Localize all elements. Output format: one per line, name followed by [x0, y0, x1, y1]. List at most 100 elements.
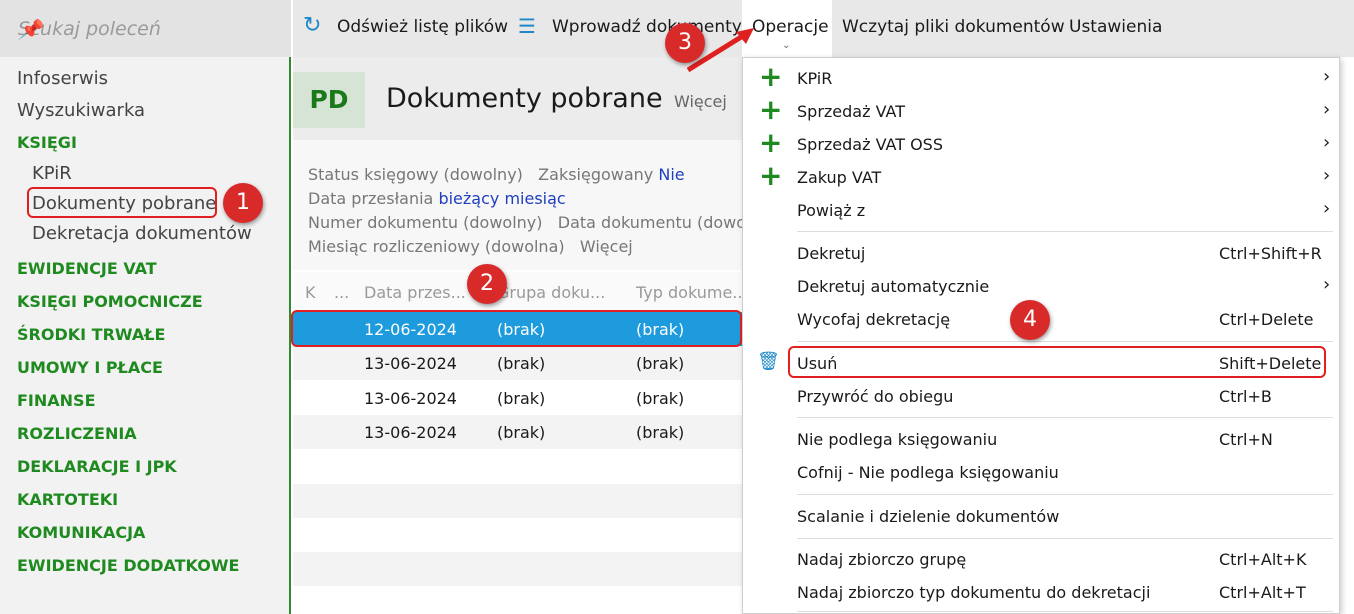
menu-item-label: Cofnij - Nie podlega księgowaniu	[797, 463, 1059, 482]
nav-section-rozliczenia[interactable]: ROZLICZENIA	[17, 424, 137, 443]
menu-item-nadaj-grupe[interactable]: Nadaj zbiorczo grupę Ctrl+Alt+K	[743, 543, 1339, 576]
cell-group: (brak)	[497, 423, 546, 442]
cell-type: (brak)	[636, 389, 685, 408]
menu-item-label: Sprzedaż VAT OSS	[797, 135, 943, 154]
chevron-right-icon: ›	[1323, 66, 1331, 87]
highlight-box	[291, 310, 742, 347]
filter-more[interactable]: Więcej	[580, 237, 633, 256]
nav-section-finanse[interactable]: FINANSE	[17, 391, 96, 410]
nav-infoserwis[interactable]: Infoserwis	[17, 68, 108, 89]
step-badge-4: 4	[1010, 300, 1050, 340]
separator	[797, 417, 1333, 418]
empty-row	[293, 552, 742, 586]
cell-date: 13-06-2024	[364, 354, 457, 373]
nav-dekretacja[interactable]: Dekretacja dokumentów	[32, 223, 252, 244]
nav-wyszukiwarka[interactable]: Wyszukiwarka	[17, 100, 145, 121]
chevron-down-icon: ⌄	[782, 40, 791, 51]
header-more-link[interactable]: Więcej	[674, 92, 727, 111]
menu-item-dekretuj-auto[interactable]: Dekretuj automatycznie ›	[743, 270, 1339, 303]
table-row[interactable]: 13-06-2024 (brak) (brak)	[293, 415, 742, 449]
nav-section-deklaracje[interactable]: DEKLARACJE I JPK	[17, 457, 177, 476]
chevron-right-icon: ›	[1323, 132, 1331, 153]
trash-icon: 🗑	[757, 351, 780, 372]
nav-section-srodki-trwale[interactable]: ŚRODKI TRWAŁE	[17, 325, 165, 344]
filter-posted-label[interactable]: Zaksięgowany	[538, 165, 653, 184]
highlight-box	[27, 187, 217, 218]
add-document-icon: ☰	[518, 14, 536, 38]
step-badge-1: 1	[223, 183, 263, 223]
chevron-right-icon: ›	[1323, 99, 1331, 120]
column-more[interactable]: ...	[334, 283, 349, 302]
step-badge-2: 2	[467, 264, 507, 304]
cell-group: (brak)	[497, 389, 546, 408]
menu-item-zakup-vat[interactable]: + Zakup VAT ›	[743, 159, 1339, 194]
separator	[797, 341, 1333, 342]
cell-type: (brak)	[636, 354, 685, 373]
plus-icon: +	[759, 60, 783, 93]
refresh-button[interactable]: Odśwież listę plików	[337, 17, 508, 37]
separator	[797, 494, 1333, 495]
menu-item-scalanie[interactable]: Scalanie i dzielenie dokumentów	[743, 500, 1339, 533]
menu-item-shortcut: Ctrl+B	[1219, 387, 1272, 406]
plus-icon: +	[759, 93, 783, 126]
menu-item-powiaz[interactable]: Powiąż z ›	[743, 194, 1339, 227]
chevron-right-icon: ›	[1323, 274, 1331, 295]
cell-type: (brak)	[636, 423, 685, 442]
menu-item-sprzedaz-vat[interactable]: + Sprzedaż VAT ›	[743, 93, 1339, 128]
table-row[interactable]: 13-06-2024 (brak) (brak)	[293, 381, 742, 415]
nav-section-kartoteki[interactable]: KARTOTEKI	[17, 490, 118, 509]
menu-item-kpir[interactable]: + KPiR ›	[743, 60, 1339, 95]
menu-item-label: Przywróć do obiegu	[797, 387, 954, 406]
column-k[interactable]: K	[305, 283, 316, 302]
page-badge: PD	[293, 72, 365, 128]
nav-section-umowy[interactable]: UMOWY I PŁACE	[17, 358, 163, 377]
pin-icon[interactable]: 📌	[18, 18, 42, 41]
menu-item-nie-podlega[interactable]: Nie podlega księgowaniu Ctrl+N	[743, 423, 1339, 456]
menu-item-label: Dekretuj	[797, 244, 866, 263]
filter-date-value[interactable]: bieżący miesiąc	[438, 189, 565, 208]
filter-posted-value[interactable]: Nie	[658, 165, 684, 184]
load-files-button[interactable]: Wczytaj pliki dokumentów	[842, 17, 1065, 37]
nav-section-ewidencje-dodatkowe[interactable]: EWIDENCJE DODATKOWE	[17, 556, 239, 575]
menu-item-nadaj-typ[interactable]: Nadaj zbiorczo typ dokumentu do dekretac…	[743, 576, 1339, 609]
nav-kpir[interactable]: KPiR	[32, 163, 72, 184]
menu-item-label: Scalanie i dzielenie dokumentów	[797, 507, 1060, 526]
menu-item-label: Dekretuj automatycznie	[797, 277, 990, 296]
nav-section-ksiegi[interactable]: KSIĘGI	[17, 133, 77, 152]
command-search[interactable]: Szukaj poleceń 📌	[0, 0, 291, 57]
separator	[797, 611, 1333, 612]
empty-row	[293, 484, 742, 518]
filter-number[interactable]: Numer dokumentu (dowolny)	[308, 213, 543, 232]
nav-section-ksiegi-pomocnicze[interactable]: KSIĘGI POMOCNICZE	[17, 292, 203, 311]
chevron-right-icon: ›	[1323, 198, 1331, 219]
menu-item-dekretuj[interactable]: Dekretuj Ctrl+Shift+R	[743, 237, 1339, 270]
menu-item-label: Sprzedaż VAT	[797, 102, 905, 121]
settings-button[interactable]: Ustawienia	[1069, 17, 1162, 37]
plus-icon: +	[759, 126, 783, 159]
menu-item-label: Wycofaj dekretację	[797, 310, 951, 329]
menu-item-shortcut: Ctrl+N	[1219, 430, 1273, 449]
column-type[interactable]: Typ dokume...	[636, 283, 748, 302]
column-date[interactable]: Data przes...	[364, 283, 466, 302]
nav-section-ewidencje-vat[interactable]: EWIDENCJE VAT	[17, 259, 157, 278]
operations-menu-button[interactable]: Operacje	[752, 17, 829, 37]
menu-item-shortcut: Ctrl+Alt+T	[1219, 583, 1306, 602]
cell-date: 13-06-2024	[364, 423, 457, 442]
menu-item-przywroc[interactable]: Przywróć do obiegu Ctrl+B	[743, 380, 1339, 413]
step-badge-3: 3	[665, 23, 705, 63]
menu-item-cofnij-nie-podlega[interactable]: Cofnij - Nie podlega księgowaniu	[743, 456, 1339, 489]
filter-month[interactable]: Miesiąc rozliczeniowy (dowolna)	[308, 237, 565, 256]
filter-status[interactable]: Status księgowy (dowolny)	[308, 165, 523, 184]
menu-item-shortcut: Ctrl+Shift+R	[1219, 244, 1322, 263]
filter-date-label[interactable]: Data przesłania	[308, 189, 433, 208]
page-title: Dokumenty pobrane	[386, 83, 663, 114]
menu-item-sprzedaz-vat-oss[interactable]: + Sprzedaż VAT OSS ›	[743, 126, 1339, 161]
nav-section-komunikacja[interactable]: KOMUNIKACJA	[17, 523, 145, 542]
column-group[interactable]: Grupa doku...	[497, 283, 605, 302]
menu-item-label: Zakup VAT	[797, 168, 882, 187]
menu-item-label: Nadaj zbiorczo typ dokumentu do dekretac…	[797, 583, 1151, 602]
table-row[interactable]: 13-06-2024 (brak) (brak)	[293, 346, 742, 380]
menu-item-label: Nie podlega księgowaniu	[797, 430, 998, 449]
menu-item-label: KPiR	[797, 69, 833, 88]
highlight-box	[788, 346, 1326, 378]
